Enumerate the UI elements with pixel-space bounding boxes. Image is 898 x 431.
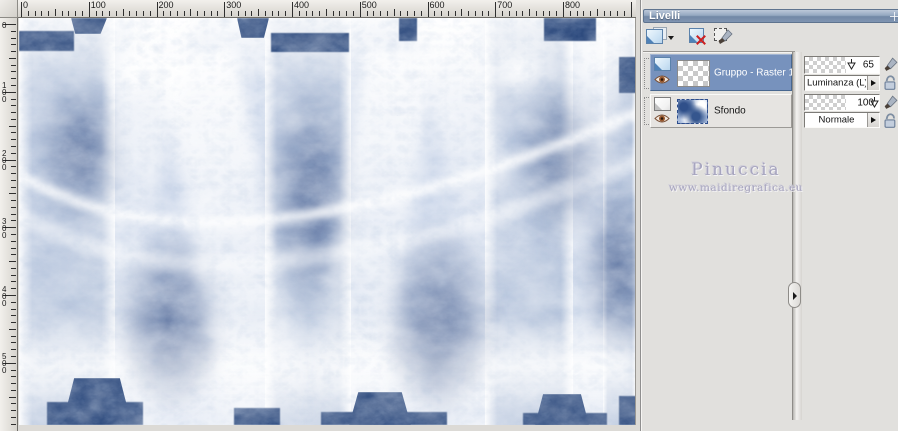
new-layer-icon xyxy=(646,29,663,44)
blend-mode-select-sfondo[interactable]: Normale xyxy=(804,112,880,128)
chevron-right-icon[interactable] xyxy=(867,76,879,90)
layers-palette: Livelli Gruppo - Raster 1 Sfondo 65 Lumi… xyxy=(640,0,898,431)
layer-name: Gruppo - Raster 1 xyxy=(714,67,795,78)
eye-icon[interactable] xyxy=(654,74,670,85)
opacity-slider-sfondo[interactable]: 100 xyxy=(804,94,880,111)
splitter-handle[interactable] xyxy=(788,282,801,308)
layer-row-sfondo[interactable]: Sfondo xyxy=(650,94,792,128)
blend-mode-value: Normale xyxy=(818,114,855,126)
eye-icon[interactable] xyxy=(654,113,670,124)
layer-page-icon xyxy=(654,97,671,111)
new-layer-button[interactable] xyxy=(645,26,677,48)
palette-title-bar[interactable]: Livelli xyxy=(643,9,898,23)
ruler-horizontal[interactable]: 0 100 200 300 400 500 600 700 800 xyxy=(18,0,636,18)
ruler-vertical[interactable]: 01 0 02 0 03 0 04 0 05 0 0 xyxy=(0,18,18,431)
opacity-checker-strip xyxy=(805,95,847,110)
layer-group-bracket xyxy=(644,58,649,89)
opacity-value: 65 xyxy=(862,59,874,71)
red-x-icon xyxy=(696,35,706,45)
blend-mode-select-gruppo[interactable]: Luminanza (L) xyxy=(804,75,880,91)
palette-menu-button[interactable] xyxy=(890,12,898,21)
opacity-slider-handle[interactable] xyxy=(847,59,857,71)
layer-group-icon xyxy=(654,57,671,71)
blend-mode-value: Luminanza (L) xyxy=(807,77,866,89)
palette-title: Livelli xyxy=(649,10,681,22)
watermark: Pinuccia www.maidiregrafica.eu xyxy=(651,160,821,194)
layer-row-gruppo-raster-1[interactable]: Gruppo - Raster 1 xyxy=(650,54,795,91)
app-window: 0 100 200 300 400 500 600 700 800 01 0 02 0 03 0… xyxy=(0,0,898,431)
toolbar-divider xyxy=(643,51,795,53)
palette-splitter[interactable] xyxy=(792,52,802,420)
layer-thumbnail[interactable] xyxy=(677,99,708,124)
layer-name: Sfondo xyxy=(714,105,746,117)
canvas-image[interactable] xyxy=(19,18,636,425)
layer-thumbnail[interactable] xyxy=(677,60,710,87)
palette-toolbar xyxy=(641,25,796,51)
brush-icon[interactable] xyxy=(882,56,898,73)
brush-icon[interactable] xyxy=(882,94,898,111)
delete-layer-button[interactable] xyxy=(687,26,711,48)
opacity-value: 100 xyxy=(857,97,874,108)
opacity-checker-strip xyxy=(805,57,847,73)
watermark-name: Pinuccia xyxy=(691,160,781,180)
chevron-right-icon[interactable] xyxy=(867,113,879,127)
open-padlock-icon[interactable] xyxy=(882,74,898,91)
frost-texture-overlay xyxy=(19,18,635,425)
brush-icon xyxy=(718,29,733,44)
open-padlock-icon[interactable] xyxy=(882,112,898,129)
layer-group-bracket xyxy=(644,97,649,125)
opacity-slider-gruppo[interactable]: 65 xyxy=(804,56,880,74)
delete-layer-icon xyxy=(689,28,704,43)
watermark-url: www.maidiregrafica.eu xyxy=(668,182,804,194)
chevron-down-icon[interactable] xyxy=(668,36,674,40)
ruler-corner xyxy=(0,0,18,18)
edit-selection-button[interactable] xyxy=(713,26,737,48)
workspace: 0 100 200 300 400 500 600 700 800 01 0 02 0 03 0… xyxy=(0,0,640,431)
